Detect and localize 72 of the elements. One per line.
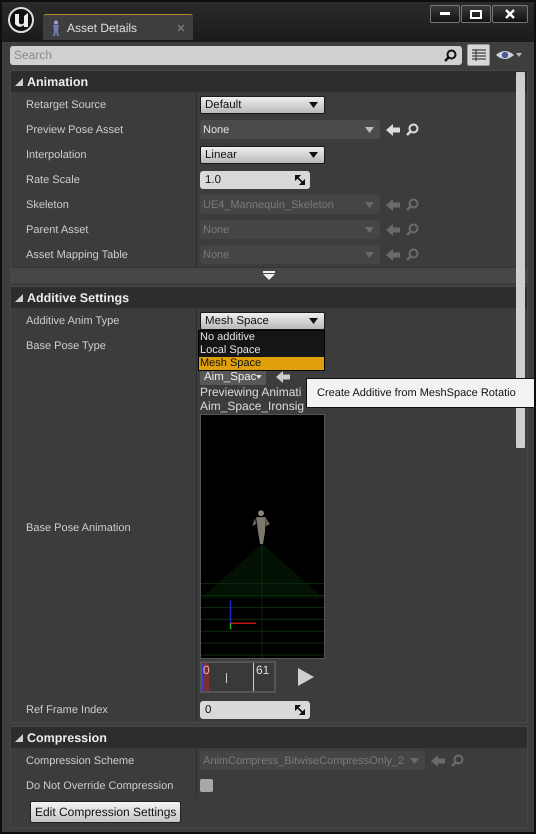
caret-icon: [309, 152, 318, 158]
minimize-button[interactable]: [430, 5, 460, 23]
caret-icon: [365, 202, 374, 208]
number-field[interactable]: 1.0: [200, 170, 310, 188]
section-title: Additive Settings: [27, 290, 130, 304]
property-label: Additive Anim Type: [25, 314, 120, 328]
tooltip-text: Create Additive from MeshSpace Rotatio: [317, 387, 516, 399]
tab-title: Asset Details: [67, 20, 138, 34]
timeline-track[interactable]: 0 61: [200, 661, 276, 693]
menu-item[interactable]: Mesh Space: [199, 357, 324, 370]
property-label: Retarget Source: [25, 98, 108, 112]
search-icon[interactable]: [406, 123, 419, 136]
caret-icon: [256, 374, 262, 380]
menu-item[interactable]: No additive: [199, 331, 324, 344]
section-title: Compression: [27, 730, 107, 744]
dropdown[interactable]: Mesh Space: [200, 312, 325, 330]
caret-icon: [365, 226, 374, 232]
search-field[interactable]: Search: [10, 46, 462, 64]
maximize-icon: [470, 10, 482, 18]
advanced-expander[interactable]: [11, 267, 527, 282]
close-icon[interactable]: [177, 24, 185, 32]
frame-label: 0: [202, 663, 209, 691]
double-caret-icon: [263, 270, 275, 280]
property-label: Skeleton: [25, 198, 70, 212]
close-icon: [505, 9, 515, 19]
property-label: Compression Scheme: [25, 754, 136, 768]
edit-settings-button[interactable]: Edit Compression Settings: [30, 801, 182, 823]
logo-icon: [7, 7, 35, 33]
expand-triangle-icon[interactable]: [15, 294, 23, 302]
close-button[interactable]: [492, 5, 528, 23]
view-options-button[interactable]: [467, 44, 490, 66]
preview-caption: Previewing Animati: [200, 385, 302, 399]
property-label: Preview Pose Asset: [25, 122, 124, 138]
property-label: Parent Asset: [25, 222, 90, 238]
property-label: Ref Frame Index: [25, 702, 109, 718]
caret-icon: [410, 758, 420, 764]
property-label: Base Pose Type: [25, 338, 107, 354]
section-header[interactable]: Animation: [11, 71, 527, 92]
section-title: Animation: [27, 74, 88, 88]
figure-icon: [51, 20, 61, 36]
drag-handle-icon[interactable]: [295, 704, 305, 714]
preview-caption: Aim_Space_Ironsig: [200, 399, 304, 413]
list-icon: [472, 49, 486, 61]
asset-picker[interactable]: None: [200, 120, 380, 139]
dropdown[interactable]: Linear: [200, 146, 325, 164]
caret-icon: [365, 126, 374, 132]
property-label: Do Not Override Compression: [25, 778, 174, 794]
drag-handle-icon[interactable]: [295, 174, 305, 184]
eye-icon[interactable]: [496, 49, 522, 61]
play-icon[interactable]: [298, 668, 314, 686]
minimize-icon: [440, 12, 450, 16]
expand-triangle-icon[interactable]: [15, 734, 23, 742]
dropdown[interactable]: Default: [200, 96, 325, 114]
checkbox[interactable]: [200, 779, 213, 792]
number-field[interactable]: 0: [200, 700, 310, 718]
caret-icon: [309, 318, 318, 324]
arrow-icon[interactable]: [386, 124, 400, 136]
section-header[interactable]: Compression: [11, 727, 527, 748]
section-header[interactable]: Additive Settings: [11, 287, 527, 308]
caret-icon: [365, 252, 374, 258]
arrow-icon[interactable]: [276, 370, 290, 382]
menu-item[interactable]: Local Space: [199, 344, 324, 357]
maximize-button[interactable]: [461, 5, 491, 23]
expand-triangle-icon[interactable]: [15, 78, 23, 86]
property-label: Interpolation: [25, 148, 88, 162]
panel-tab[interactable]: Asset Details: [43, 14, 193, 40]
property-label: Asset Mapping Table: [25, 248, 129, 262]
property-label: Rate Scale: [25, 172, 81, 188]
caret-icon: [309, 102, 318, 108]
frame-label: 61: [253, 663, 270, 691]
scrollbar-thumb[interactable]: [516, 72, 525, 448]
property-label: Base Pose Animation: [25, 520, 132, 536]
